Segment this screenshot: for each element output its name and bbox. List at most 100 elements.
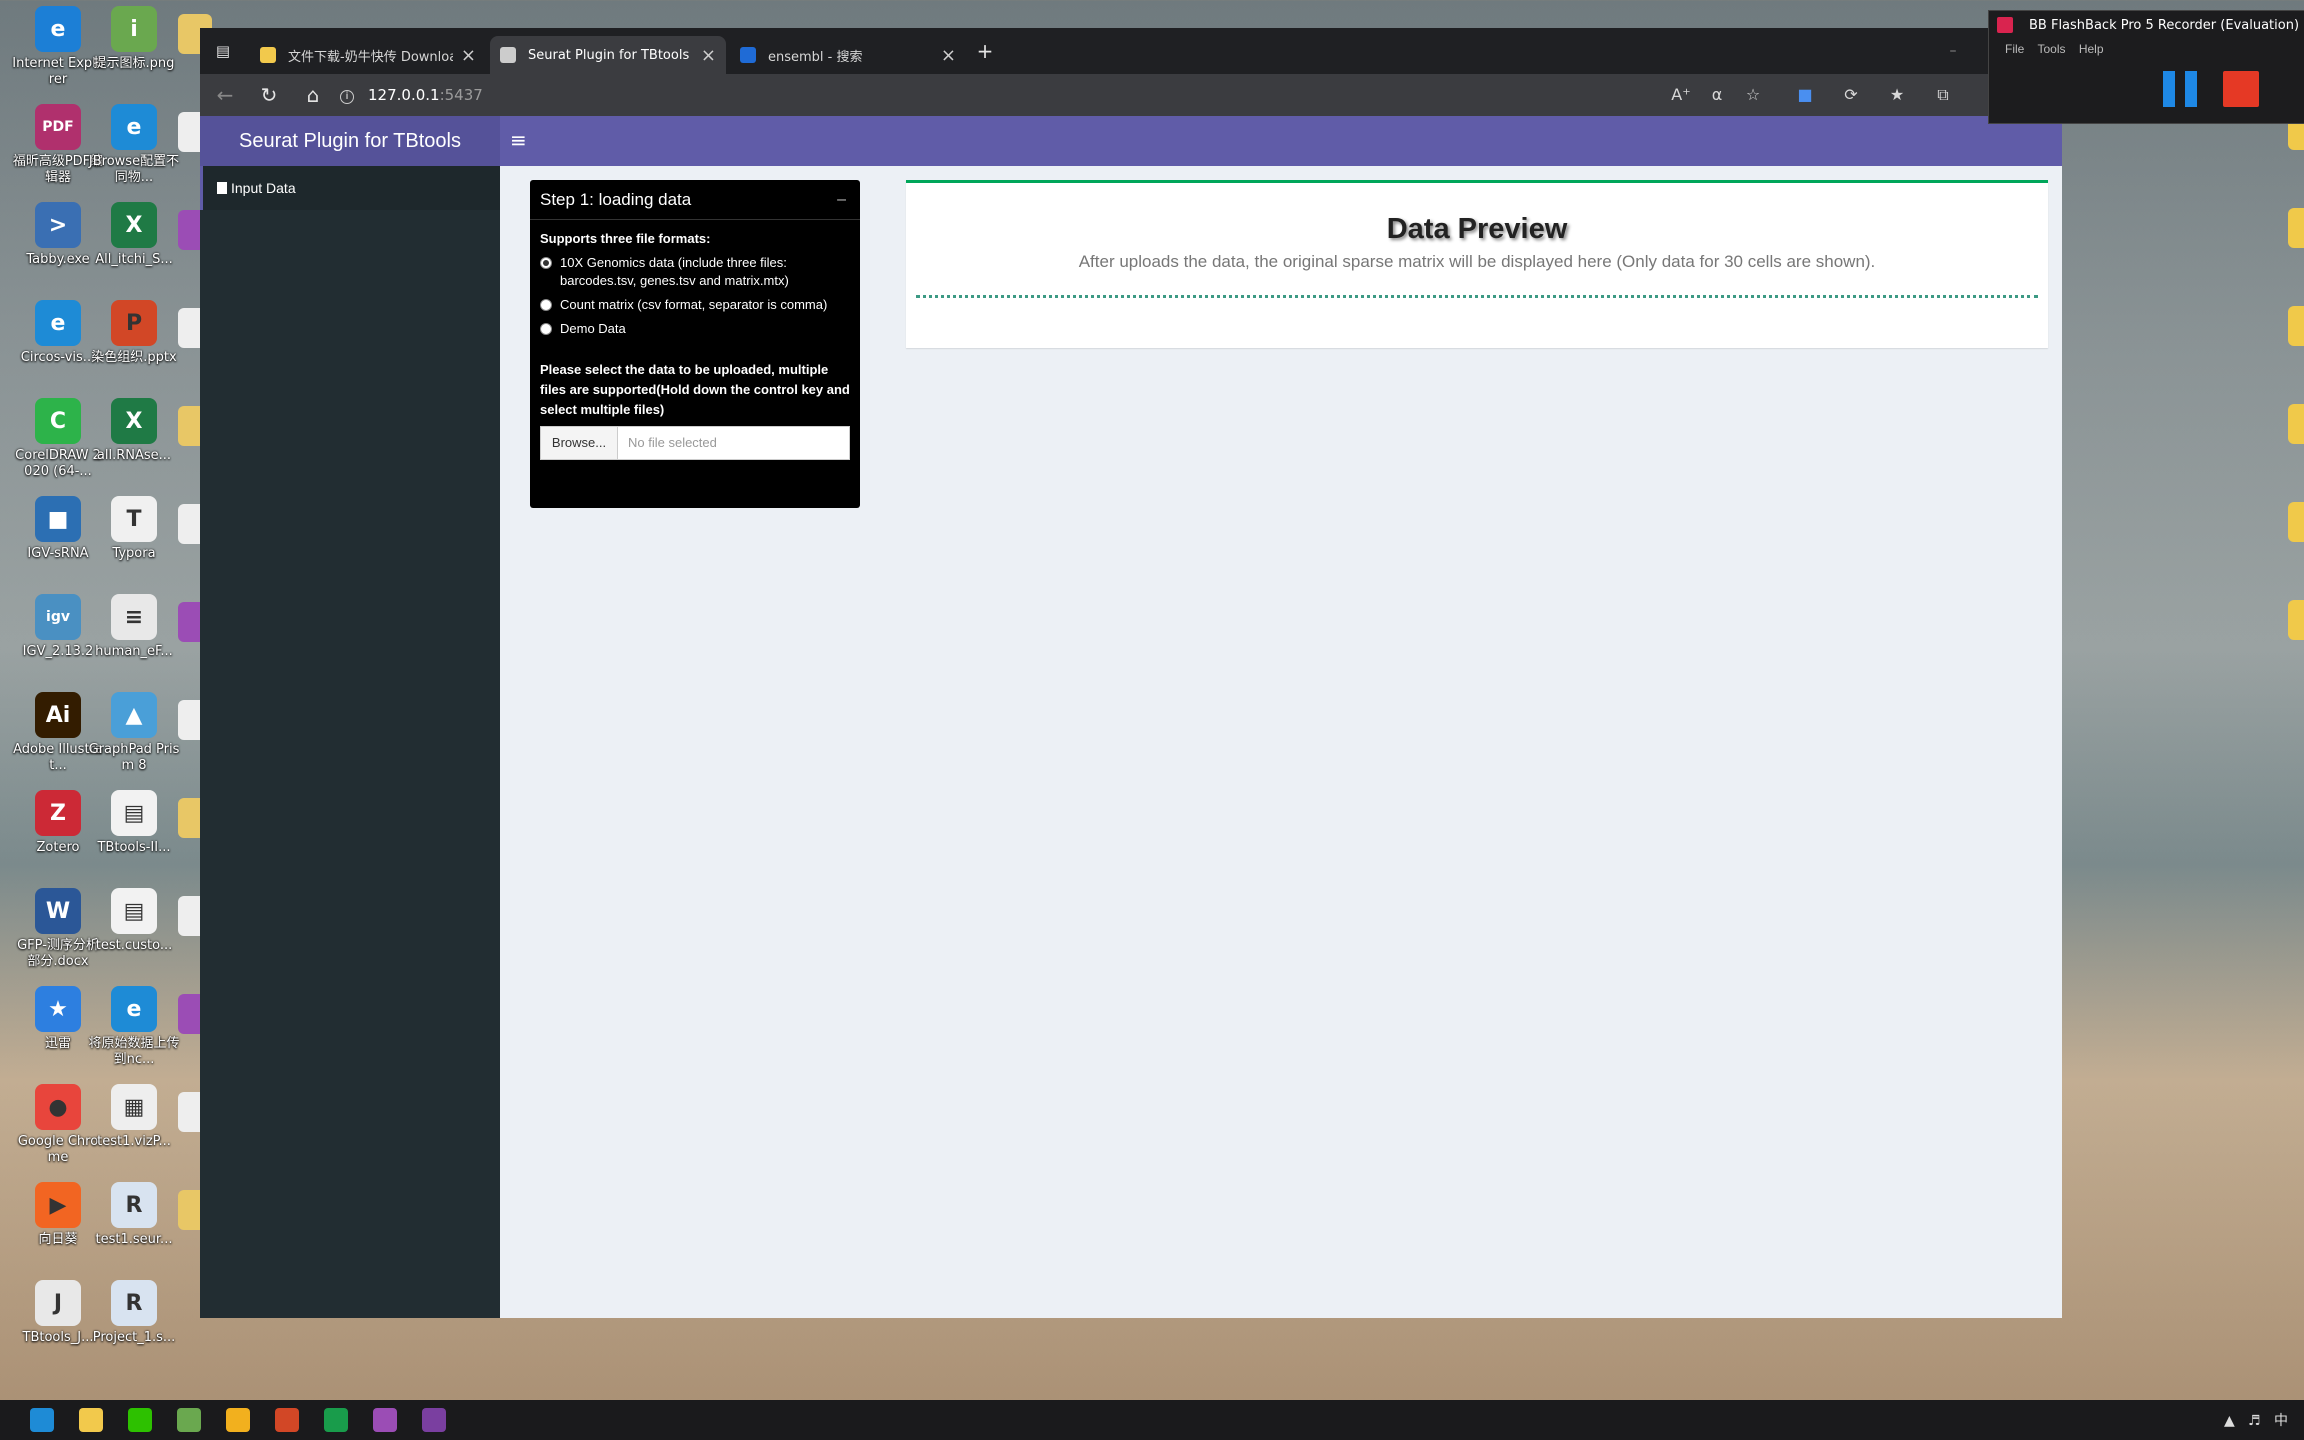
- app-icon: i: [111, 6, 157, 52]
- sidebar-toggle-icon[interactable]: ≡: [510, 128, 532, 152]
- browser-tab[interactable]: Seurat Plugin for TBtools ×: [490, 36, 726, 74]
- desktop-icon-label: all.RNAse...: [96, 448, 172, 463]
- desktop-icon-partial[interactable]: [2288, 502, 2304, 542]
- refresh-icon[interactable]: ↻: [256, 82, 282, 108]
- recorder-title: BB FlashBack Pro 5 Recorder (Evaluation): [2029, 18, 2300, 33]
- taskbar-vim-icon[interactable]: [324, 1408, 348, 1432]
- taskbar-notepad-icon[interactable]: [177, 1408, 201, 1432]
- step1-body: Supports three file formats: 10X Genomic…: [530, 220, 860, 470]
- sidebar-item-input-data[interactable]: Input Data: [200, 166, 500, 210]
- desktop-icon[interactable]: P 染色组织.pptx: [88, 300, 180, 366]
- browse-button[interactable]: Browse...: [540, 426, 618, 460]
- radio-option-demo[interactable]: Demo Data: [540, 320, 850, 338]
- volume-icon[interactable]: ♬: [2248, 1413, 2261, 1429]
- home-icon[interactable]: ⌂: [300, 82, 326, 108]
- info-icon[interactable]: i: [340, 90, 354, 104]
- sync-icon[interactable]: ⟳: [1840, 84, 1862, 106]
- recorder-menu-tools[interactable]: Tools: [2037, 42, 2065, 56]
- app-icon: J: [35, 1280, 81, 1326]
- read-aloud-icon[interactable]: A⁺: [1670, 84, 1692, 106]
- desktop-icon-partial[interactable]: [2288, 306, 2304, 346]
- pause-icon[interactable]: [2163, 71, 2197, 107]
- recorder-menu-file[interactable]: File: [2005, 42, 2024, 56]
- file-name-field[interactable]: No file selected: [618, 426, 850, 460]
- wifi-icon[interactable]: ▲: [2224, 1413, 2235, 1429]
- taskbar: ▲ ♬ 中: [0, 1400, 2304, 1440]
- url-field[interactable]: i 127.0.0.1:5437: [340, 78, 1840, 112]
- tab-close-icon[interactable]: ×: [941, 45, 956, 66]
- app-title[interactable]: Seurat Plugin for TBtools: [200, 116, 500, 166]
- tab-close-icon[interactable]: ×: [701, 45, 716, 66]
- shiny-app: Seurat Plugin for TBtools ≡ Input Data S…: [200, 116, 2062, 1318]
- collections-icon[interactable]: ⧉: [1932, 84, 1954, 106]
- desktop-icon-label: 染色组织.pptx: [91, 350, 177, 365]
- url-port: :5437: [439, 86, 483, 104]
- step1-header: Step 1: loading data –: [530, 180, 860, 220]
- desktop-icon[interactable]: ▤ test.custo...: [88, 888, 180, 954]
- desktop-icon[interactable]: e 将原始数据上传到nc...: [88, 986, 180, 1068]
- upload-label: Please select the data to be uploaded, m…: [540, 362, 850, 417]
- address-bar: ← ↻ ⌂ i 127.0.0.1:5437 A⁺ α ☆ ■ ⟳ ★ ⧉: [200, 74, 2062, 116]
- app-icon: >: [35, 202, 81, 248]
- desktop-icon[interactable]: ▤ TBtools-II...: [88, 790, 180, 856]
- sidebar: Input Data: [200, 166, 500, 1318]
- tab-bar: ▤ 文件下载-奶牛快传 Download × Seurat Plugin for T…: [200, 28, 2062, 74]
- desktop-icon-label: TBtools-II...: [97, 840, 171, 855]
- desktop-icon-partial[interactable]: [2288, 600, 2304, 640]
- new-tab-button[interactable]: +: [972, 38, 998, 64]
- desktop-icon[interactable]: Rtest1.seur...: [88, 1182, 180, 1248]
- taskbar-excel-grid-icon[interactable]: [226, 1408, 250, 1432]
- translate-icon[interactable]: α: [1706, 84, 1728, 106]
- app-icon: ▶: [35, 1182, 81, 1228]
- taskbar-wechat-icon[interactable]: [128, 1408, 152, 1432]
- desktop-icon[interactable]: R Project_1.s...: [88, 1280, 180, 1346]
- desktop-icon-label: All_itchi_S...: [95, 252, 173, 267]
- browser-tab[interactable]: ensembl - 搜索 ×: [730, 36, 966, 74]
- taskbar-edge-icon[interactable]: [30, 1408, 54, 1432]
- extension-icon[interactable]: ■: [1794, 84, 1816, 106]
- taskbar-flashback-player-icon[interactable]: [422, 1408, 446, 1432]
- back-icon[interactable]: ←: [212, 82, 238, 108]
- stop-icon[interactable]: [2223, 71, 2259, 107]
- desktop-icon[interactable]: T Typora: [88, 496, 180, 562]
- desktop-icon-label: Typora: [112, 546, 156, 561]
- desktop-icon[interactable]: i 提示图标.png: [88, 6, 180, 72]
- radio-demo[interactable]: [540, 323, 552, 335]
- desktop-icon[interactable]: ▲ GraphPad Prism 8: [88, 692, 180, 774]
- recorder-menu-help[interactable]: Help: [2079, 42, 2104, 56]
- desktop-icon-partial[interactable]: [2288, 208, 2304, 248]
- desktop-icon[interactable]: ▦ test1.vizP...: [88, 1084, 180, 1150]
- desktop-icon[interactable]: ≡ human_eF...: [88, 594, 180, 660]
- collapse-icon[interactable]: –: [837, 180, 846, 220]
- favorites-icon[interactable]: ★: [1886, 84, 1908, 106]
- radio-option-count-matrix[interactable]: Count matrix (csv format, separator is c…: [540, 296, 850, 314]
- app-icon: ▤: [111, 888, 157, 934]
- taskbar-flashback-recorder-icon[interactable]: [373, 1408, 397, 1432]
- desktop-icon[interactable]: e JBrowse配置不同物...: [88, 104, 180, 186]
- desktop-icon[interactable]: X All_itchi_S...: [88, 202, 180, 268]
- data-preview-box: Data Preview After uploads the data, the…: [906, 180, 2048, 348]
- browser-window: ▤ 文件下载-奶牛快传 Download × Seurat Plugin for T…: [200, 28, 2062, 1318]
- tab-actions-icon[interactable]: ▤: [210, 38, 236, 64]
- favorite-add-icon[interactable]: ☆: [1742, 84, 1764, 106]
- system-tray: ▲ ♬ 中: [2224, 1410, 2288, 1430]
- tab-close-icon[interactable]: ×: [461, 45, 476, 66]
- url-host: 127.0.0.1: [368, 86, 440, 104]
- desktop-icon-label: 将原始数据上传到nc...: [88, 1036, 180, 1067]
- minimize-icon[interactable]: –: [1940, 38, 1966, 64]
- taskbar-file-explorer-icon[interactable]: [79, 1408, 103, 1432]
- ime-indicator[interactable]: 中: [2274, 1413, 2288, 1429]
- app-header: Seurat Plugin for TBtools ≡: [200, 116, 2062, 166]
- step1-title: Step 1: loading data: [540, 190, 692, 209]
- desktop-icon-partial[interactable]: [2288, 404, 2304, 444]
- browser-tab[interactable]: 文件下载-奶牛快传 Download ×: [250, 36, 486, 74]
- radio-label-10x: 10X Genomics data (include three files: …: [560, 255, 789, 288]
- radio-count-matrix[interactable]: [540, 299, 552, 311]
- taskbar-powerpoint-icon[interactable]: [275, 1408, 299, 1432]
- desktop-icon-label: Project_1.s...: [92, 1330, 176, 1345]
- desktop-icon[interactable]: Xall.RNAse...: [88, 398, 180, 464]
- radio-10x[interactable]: [540, 257, 552, 269]
- desktop-icon-label: test1.vizP...: [97, 1134, 171, 1149]
- radio-option-10x[interactable]: 10X Genomics data (include three files: …: [540, 254, 850, 290]
- app-icon: e: [35, 300, 81, 346]
